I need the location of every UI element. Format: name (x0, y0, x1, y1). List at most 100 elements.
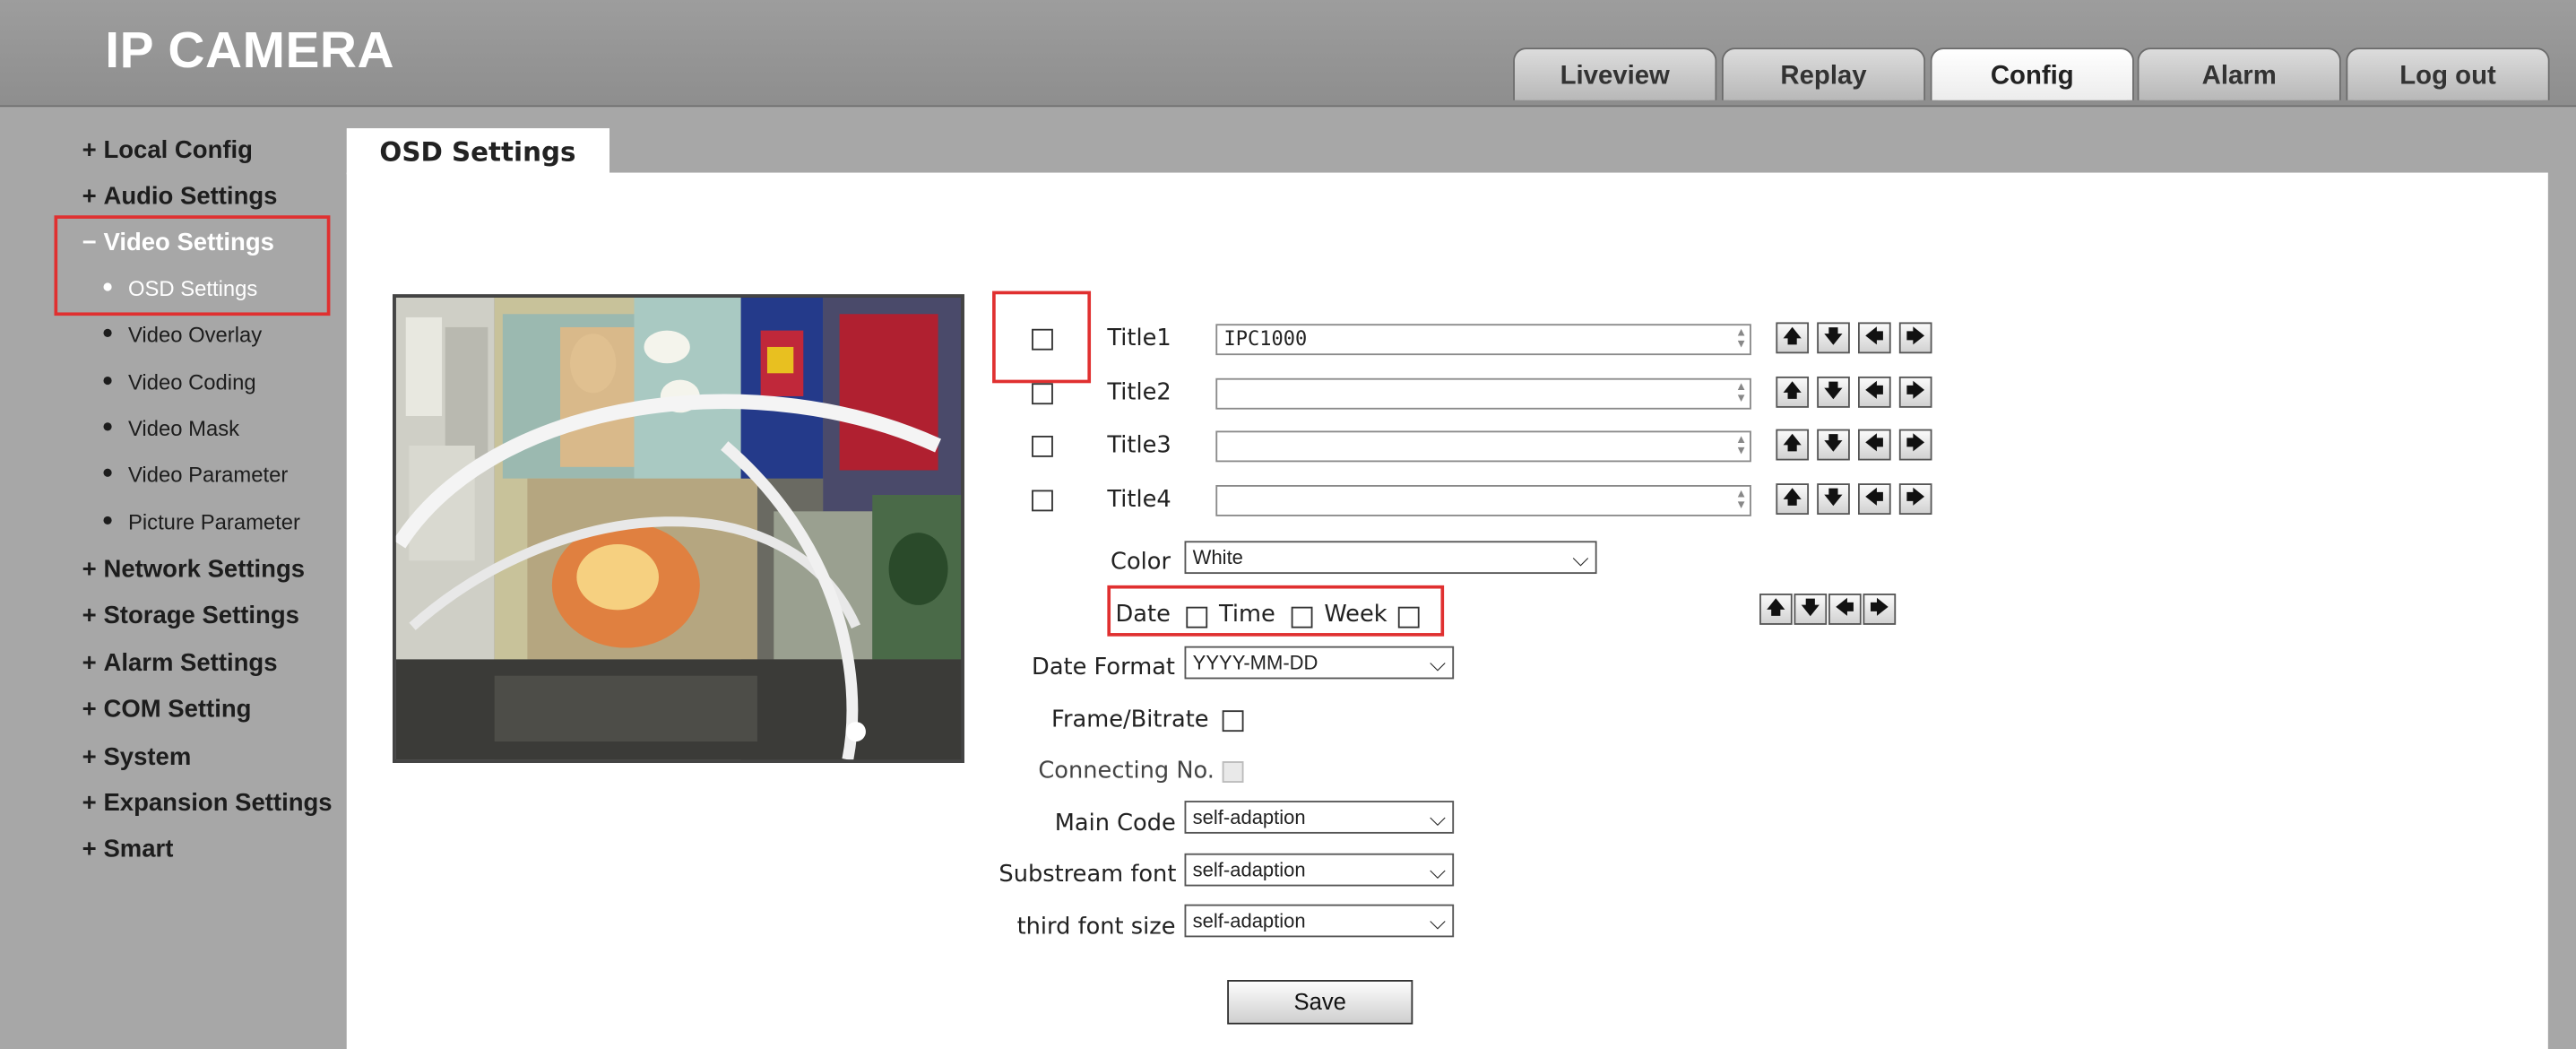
title3-up-button[interactable]: 🡅 (1776, 429, 1810, 461)
tab-alarm[interactable]: Alarm (2137, 48, 2341, 100)
title4-up-button[interactable]: 🡅 (1776, 483, 1810, 516)
time-checkbox[interactable] (1291, 606, 1313, 629)
date-label: Date (1115, 602, 1171, 629)
main-code-label: Main Code (1054, 811, 1176, 837)
video-preview (393, 294, 964, 763)
title3-checkbox[interactable] (1032, 435, 1053, 457)
sidebar-group-audio-settings[interactable]: + Audio Settings (82, 183, 278, 211)
tab-liveview[interactable]: Liveview (1513, 48, 1717, 100)
sidebar-group-video-settings[interactable]: − Video Settings (82, 229, 274, 256)
title4-left-button[interactable]: 🡄 (1858, 483, 1891, 516)
spinner-icon[interactable]: ▲ ▼ (1738, 433, 1745, 457)
date-format-value: YYYY-MM-DD (1192, 651, 1318, 674)
tab-logout[interactable]: Log out (2346, 48, 2550, 100)
main-code-select[interactable]: self-adaption ⌵ (1184, 801, 1455, 834)
save-button[interactable]: Save (1227, 980, 1413, 1025)
title1-checkbox[interactable] (1032, 328, 1053, 351)
bullet-icon (103, 282, 112, 291)
sidebar-group-smart[interactable]: + Smart (82, 836, 174, 863)
title1-value: IPC1000 (1223, 326, 1308, 351)
sidebar-group-label: Storage Settings (103, 602, 299, 630)
header-bar: IP CAMERA Liveview Replay Config Alarm L… (0, 0, 2576, 108)
title3-down-button[interactable]: 🡇 (1817, 429, 1850, 461)
expand-icon: + (82, 695, 97, 724)
week-label: Week (1324, 602, 1387, 629)
sidebar-group-storage-settings[interactable]: + Storage Settings (82, 602, 299, 629)
sidebar-group-local-config[interactable]: + Local Config (82, 136, 253, 164)
time-label: Time (1219, 602, 1275, 629)
expand-icon: + (82, 789, 97, 818)
sidebar-group-network-settings[interactable]: + Network Settings (82, 556, 305, 584)
title4-checkbox[interactable] (1032, 490, 1053, 512)
chevron-down-icon: ⌵ (1572, 545, 1589, 571)
date-right-button[interactable]: 🡆 (1863, 594, 1897, 625)
substream-font-select[interactable]: self-adaption ⌵ (1184, 853, 1455, 887)
title2-label: Title2 (1107, 379, 1171, 406)
spinner-icon[interactable]: ▲ ▼ (1738, 326, 1745, 351)
sidebar-group-system[interactable]: + System (82, 743, 192, 771)
title4-input[interactable]: ▲ ▼ (1215, 485, 1751, 516)
spinner-icon[interactable]: ▲ ▼ (1738, 381, 1745, 404)
sidebar-group-com-setting[interactable]: + COM Setting (82, 696, 252, 724)
tab-config[interactable]: Config (1930, 48, 2134, 100)
substream-font-value: self-adaption (1192, 858, 1306, 881)
sidebar-item-label: OSD Settings (127, 276, 258, 301)
sidebar-group-expansion-settings[interactable]: + Expansion Settings (82, 789, 333, 817)
sidebar-item-video-overlay[interactable]: Video Overlay (103, 322, 262, 347)
sidebar-group-label: Expansion Settings (103, 789, 333, 818)
sidebar-item-picture-parameter[interactable]: Picture Parameter (103, 510, 300, 534)
bullet-icon (103, 468, 112, 477)
main-code-value: self-adaption (1192, 805, 1306, 829)
frame-bitrate-label: Frame/Bitrate (1051, 707, 1209, 733)
date-format-select[interactable]: YYYY-MM-DD ⌵ (1184, 646, 1455, 680)
title1-input[interactable]: IPC1000 ▲ ▼ (1215, 324, 1751, 356)
color-label: Color (1111, 549, 1171, 576)
sidebar-item-label: Video Coding (127, 369, 256, 395)
app-logo-title: IP CAMERA (105, 21, 395, 80)
title1-down-button[interactable]: 🡇 (1817, 322, 1850, 354)
sidebar-group-label: Network Settings (103, 555, 306, 585)
frame-bitrate-checkbox[interactable] (1222, 710, 1244, 733)
title3-right-button[interactable]: 🡆 (1898, 429, 1932, 461)
sidebar-item-label: Video Overlay (127, 322, 263, 347)
app-root: IP CAMERA Liveview Replay Config Alarm L… (0, 0, 2576, 1049)
sidebar-item-label: Video Mask (127, 415, 240, 441)
week-checkbox[interactable] (1397, 606, 1420, 629)
title2-down-button[interactable]: 🡇 (1817, 376, 1850, 408)
tab-replay[interactable]: Replay (1721, 48, 1926, 100)
sidebar-group-label: System (103, 742, 192, 772)
title2-left-button[interactable]: 🡄 (1858, 376, 1891, 408)
substream-font-label: Substream font (998, 861, 1177, 889)
title4-down-button[interactable]: 🡇 (1817, 483, 1850, 516)
title1-up-button[interactable]: 🡅 (1776, 322, 1810, 354)
title2-up-button[interactable]: 🡅 (1776, 376, 1810, 408)
title1-right-button[interactable]: 🡆 (1898, 322, 1932, 354)
spinner-icon[interactable]: ▲ ▼ (1738, 488, 1745, 512)
sidebar-item-video-parameter[interactable]: Video Parameter (103, 462, 288, 487)
sidebar-group-alarm-settings[interactable]: + Alarm Settings (82, 649, 278, 677)
bullet-icon (103, 328, 112, 338)
title3-left-button[interactable]: 🡄 (1858, 429, 1891, 461)
sidebar-item-video-mask[interactable]: Video Mask (103, 415, 240, 441)
title1-left-button[interactable]: 🡄 (1858, 322, 1891, 354)
date-up-button[interactable]: 🡅 (1759, 594, 1793, 625)
third-font-size-value: self-adaption (1192, 909, 1306, 932)
date-down-button[interactable]: 🡇 (1794, 594, 1828, 625)
title2-input[interactable]: ▲ ▼ (1215, 377, 1751, 410)
third-font-size-select[interactable]: self-adaption ⌵ (1184, 904, 1455, 938)
title4-right-button[interactable]: 🡆 (1898, 483, 1932, 516)
expand-icon: + (82, 742, 97, 772)
color-select[interactable]: White ⌵ (1184, 541, 1597, 575)
title2-checkbox[interactable] (1032, 383, 1053, 405)
sidebar-item-video-coding[interactable]: Video Coding (103, 369, 256, 395)
bullet-icon (103, 422, 112, 431)
date-left-button[interactable]: 🡄 (1828, 594, 1862, 625)
sidebar-group-label: COM Setting (103, 695, 252, 724)
bullet-icon (103, 377, 112, 386)
sidebar-item-osd-settings[interactable]: OSD Settings (103, 276, 257, 301)
title3-input[interactable]: ▲ ▼ (1215, 430, 1751, 463)
date-checkbox[interactable] (1186, 606, 1208, 629)
expand-icon: + (82, 555, 97, 585)
title2-right-button[interactable]: 🡆 (1898, 376, 1932, 408)
sidebar-group-label: Video Settings (103, 228, 274, 257)
